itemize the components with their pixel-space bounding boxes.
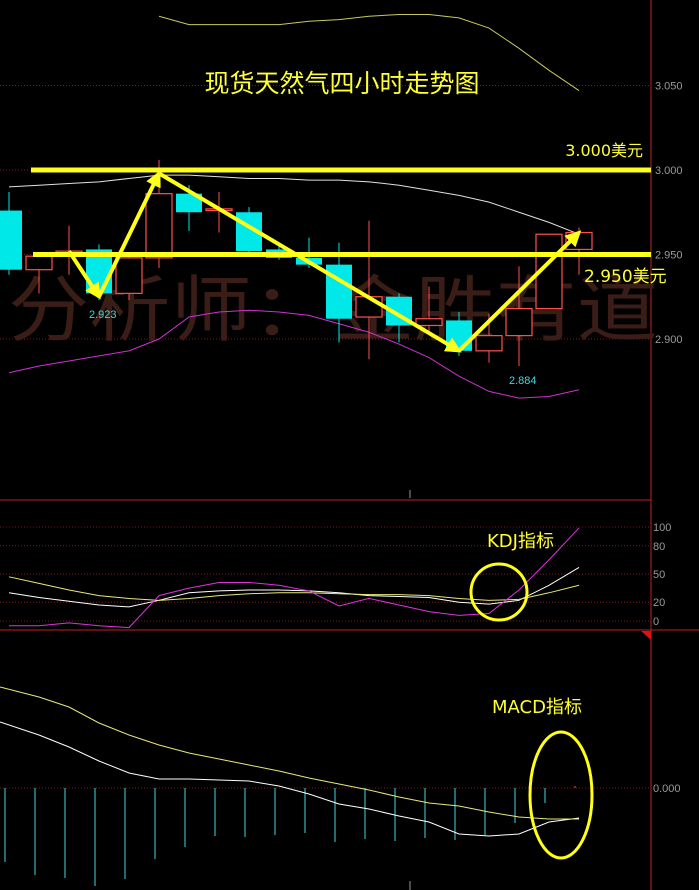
kdj-k-line (8, 566, 580, 608)
low-price-label: 2.884 (509, 375, 537, 387)
kdj-highlight-circle (469, 562, 529, 622)
candle-body-bullish (475, 335, 503, 352)
resistance-label: 3.000美元 (565, 141, 643, 160)
kdj-title: KDJ指标 (487, 531, 554, 552)
low-price-label: 2.923 (89, 309, 117, 321)
support-label: 2.950美元 (584, 267, 667, 287)
price-tick-label: 2.900 (655, 334, 683, 346)
chart-root: 分析师：金胜有道 2.9232.884 现货天然气四小时走势图 3.000美元 … (0, 0, 699, 890)
kdj-tick-label: 0 (653, 616, 659, 628)
candle-body-bullish (415, 318, 443, 327)
kdj-tick-label: 80 (653, 541, 665, 553)
candle-body-bullish (505, 307, 533, 337)
chart-title: 现货天然气四小时走势图 (204, 69, 479, 98)
bollinger-middle-line (8, 174, 580, 235)
candle-body-bullish (145, 193, 173, 259)
price-tick-label: 2.950 (655, 250, 683, 262)
panel-marker-icon (641, 631, 651, 640)
macd-dif-line (0, 721, 580, 837)
candle-body-bearish (0, 210, 22, 270)
candle-body-bullish (115, 257, 143, 294)
price-tick-label: 3.050 (655, 81, 683, 93)
kdj-tick-label: 100 (653, 522, 671, 534)
price-tick-label: 3.000 (655, 165, 683, 177)
price-axis: 3.050 3.000 2.950 2.900 100 80 50 20 0 0.000 (653, 81, 683, 796)
kdj-tick-label: 20 (653, 597, 665, 609)
macd-title: MACD指标 (492, 697, 582, 718)
candle-body-bullish (25, 255, 53, 271)
gridlines (0, 0, 699, 890)
macd-tick-label: 0.000 (653, 783, 681, 795)
macd-highlight-ellipse (528, 730, 594, 860)
kdj-tick-label: 50 (653, 569, 665, 581)
